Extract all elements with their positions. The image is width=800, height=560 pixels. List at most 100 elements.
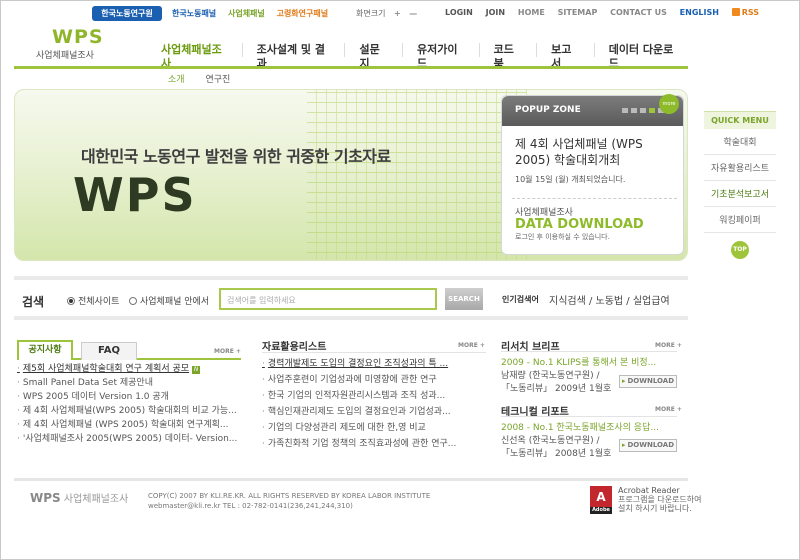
popular-keywords[interactable]: 지식검색 / 노동법 / 실업급여 — [549, 292, 670, 307]
popup-page-dot[interactable] — [640, 108, 646, 113]
adobe-icon-label: Adobe — [590, 507, 612, 514]
sub-navigation: 소개 연구진 — [168, 72, 248, 85]
quick-item-report[interactable]: 기초분석보고서 — [704, 181, 776, 207]
footer-divider — [14, 478, 688, 481]
nav-item-codebook[interactable]: 코드북 — [478, 43, 537, 70]
tech-more-link[interactable]: MORE + — [655, 406, 682, 413]
research-divider — [501, 351, 677, 352]
contact-link[interactable]: CONTACT US — [610, 8, 667, 17]
acrobat-title: Acrobat Reader — [618, 486, 680, 495]
rss-link[interactable]: RSS — [731, 8, 760, 17]
main-navigation: 사업체패널조사 조사설계 및 결과 설문지 유저가이드 코드북 보고서 데이터 … — [153, 43, 693, 70]
list-item[interactable]: WPS 2005 데이터 Version 1.0 공개 — [17, 390, 243, 404]
list-item[interactable]: 제 4회 사업체패널 (WPS 2005) 학술대회 연구계획... — [17, 418, 243, 432]
site-links: 한국노동패널 사업체패널 고령화연구패널 — [172, 8, 337, 19]
radio-in-wps[interactable]: 사업체패널 안에서 — [129, 294, 209, 307]
list-item[interactable]: 제5회 사업체패널학술대회 연구 계획서 공모N — [17, 362, 243, 376]
data-download-box[interactable]: 사업체패널조사 DATA DOWNLOAD 로그인 후 이용하실 수 있습니다. — [512, 198, 677, 248]
nav-item-wps[interactable]: 사업체패널조사 — [153, 43, 242, 70]
kli-link[interactable]: 한국노동연구원 — [92, 6, 162, 21]
footer-logo-mark: WPS — [30, 491, 61, 505]
rss-label: RSS — [741, 8, 760, 17]
library-more-link[interactable]: MORE + — [458, 342, 485, 349]
list-item[interactable]: 핵심인재관리제도 도입의 결정요인과 기업성과... — [262, 404, 486, 420]
radio-all-site[interactable]: 전체사이트 — [67, 294, 119, 307]
sitemap-link[interactable]: SITEMAP — [558, 8, 598, 17]
subnav-intro[interactable]: 소개 — [168, 75, 185, 85]
tab-faq[interactable]: FAQ — [81, 342, 137, 360]
nav-item-userguide[interactable]: 유저가이드 — [402, 43, 479, 70]
rss-icon — [731, 8, 740, 16]
join-link[interactable]: JOIN — [486, 8, 505, 17]
english-link[interactable]: ENGLISH — [680, 8, 719, 17]
popup-more-badge[interactable]: more — [659, 94, 679, 114]
popup-pager — [622, 108, 664, 113]
library-divider — [262, 352, 486, 353]
login-link[interactable]: LOGIN — [445, 8, 473, 17]
banner-slogan: 대한민국 노동연구 발전을 위한 귀중한 기초자료 — [81, 147, 391, 166]
popular-label: 인기검색어 — [502, 295, 539, 304]
site-logo[interactable]: WPS 사업체패널조사 — [36, 26, 116, 61]
tab-notice[interactable]: 공지사항 — [17, 340, 73, 360]
site-link-klosa[interactable]: 고령화연구패널 — [277, 9, 329, 18]
search-button[interactable]: SEARCH — [445, 288, 483, 310]
tech-headline[interactable]: 2008 - No.1 한국노동패널조사의 응답... — [501, 420, 677, 433]
tech-download-button[interactable]: DOWNLOAD — [619, 439, 677, 452]
footer-logo: WPS 사업체패널조사 — [30, 490, 128, 505]
nav-item-report[interactable]: 보고서 — [536, 43, 594, 70]
font-size-label: 화면크기 — [356, 9, 386, 18]
popup-page-dot[interactable] — [631, 108, 637, 113]
quick-menu-title: QUICK MENU — [704, 111, 776, 129]
font-size-minus-button[interactable]: — — [409, 9, 417, 18]
notice-more-link[interactable]: MORE + — [214, 348, 241, 355]
quick-item-list[interactable]: 자유활용리스트 — [704, 155, 776, 181]
footer-copyright: COPY(C) 2007 BY KLI.RE.KR. ALL RIGHTS RE… — [148, 491, 430, 511]
logo-subtitle: 사업체패널조사 — [36, 51, 94, 61]
library-list: 경력개발제도 도입의 결정요인 조직성과의 특 ... 사업주훈련이 기업성과에… — [262, 356, 486, 452]
popup-title[interactable]: 제 4회 사업체패널 (WPS 2005) 학술대회개최 — [515, 136, 680, 168]
radio-icon — [129, 297, 137, 305]
search-area: 검색 전체사이트 사업체패널 안에서 검색어를 입력하세요 SEARCH 인기검… — [14, 276, 688, 320]
popup-page-dot[interactable] — [622, 108, 628, 113]
banner-grid-pattern — [307, 90, 527, 260]
nav-item-questionnaire[interactable]: 설문지 — [344, 43, 402, 70]
research-headline[interactable]: 2009 - No.1 KLIPS를 통해서 본 비정... — [501, 355, 677, 368]
list-item[interactable]: 제 4회 사업체패널(WPS 2005) 학술대회의 비교 가능... — [17, 404, 243, 418]
quick-item-workingpaper[interactable]: 워킹페이퍼 — [704, 207, 776, 233]
list-item[interactable]: '사업체패널조사 2005(WPS 2005) 데이터- Version... — [17, 432, 243, 446]
search-input[interactable]: 검색어를 입력하세요 — [219, 288, 437, 310]
notice-tabs: 공지사항 FAQ — [17, 340, 241, 360]
research-download-button[interactable]: DOWNLOAD — [619, 375, 677, 388]
nav-item-download[interactable]: 데이터 다운로드 — [593, 43, 693, 70]
site-link-wps[interactable]: 사업체패널 — [228, 9, 265, 18]
list-item[interactable]: 기업의 다양성관리 제도에 대한 한,영 비교 — [262, 420, 486, 436]
list-item[interactable]: 한국 기업의 인적자원관리시스템과 조직 성과... — [262, 388, 486, 404]
radio-selected-icon — [67, 297, 75, 305]
list-item[interactable]: Small Panel Data Set 제공안내 — [17, 376, 243, 390]
list-item[interactable]: 사업주훈련이 기업성과에 미영향에 관한 연구 — [262, 372, 486, 388]
font-size-control: 화면크기 + — — [356, 8, 417, 19]
top-button[interactable]: TOP — [731, 241, 749, 259]
list-item[interactable]: 경력개발제도 도입의 결정요인 조직성과의 특 ... — [262, 356, 486, 372]
acrobat-desc: 프로그램을 다운로드하여 설치 하시기 바랍니다. — [618, 495, 702, 513]
copyright-text: COPY(C) 2007 BY KLI.RE.KR. ALL RIGHTS RE… — [148, 492, 431, 500]
font-size-plus-button[interactable]: + — [394, 9, 401, 18]
popup-page-dot-active[interactable] — [649, 108, 655, 113]
download-note: 로그인 후 이용하실 수 있습니다. — [515, 233, 610, 241]
logo-text: WPS — [52, 26, 104, 48]
utility-links: LOGIN JOIN HOME SITEMAP CONTACT US ENGLI… — [445, 8, 769, 17]
research-more-link[interactable]: MORE + — [655, 342, 682, 349]
contact-text: webmaster@kli.re.kr TEL : 02-782-0141(23… — [148, 502, 353, 510]
nav-divider — [14, 66, 688, 69]
data-download-link[interactable]: DATA DOWNLOAD — [515, 218, 677, 232]
site-link-klips[interactable]: 한국노동패널 — [172, 9, 216, 18]
subnav-researchers[interactable]: 연구진 — [205, 75, 230, 85]
logo-wps: WPS — [52, 26, 104, 48]
notice-item-text: 제5회 사업체패널학술대회 연구 계획서 공모 — [22, 364, 190, 374]
home-link[interactable]: HOME — [518, 8, 545, 17]
banner-wps-title: WPS — [73, 168, 197, 222]
nav-item-design[interactable]: 조사설계 및 결과 — [241, 43, 345, 70]
tech-report: 2008 - No.1 한국노동패널조사의 응답... 신선옥 (한국노동연구원… — [501, 420, 677, 460]
list-item[interactable]: 가족친화적 기업 정책의 조직효과성에 관한 연구... — [262, 436, 486, 452]
quick-item-conference[interactable]: 학술대회 — [704, 129, 776, 155]
